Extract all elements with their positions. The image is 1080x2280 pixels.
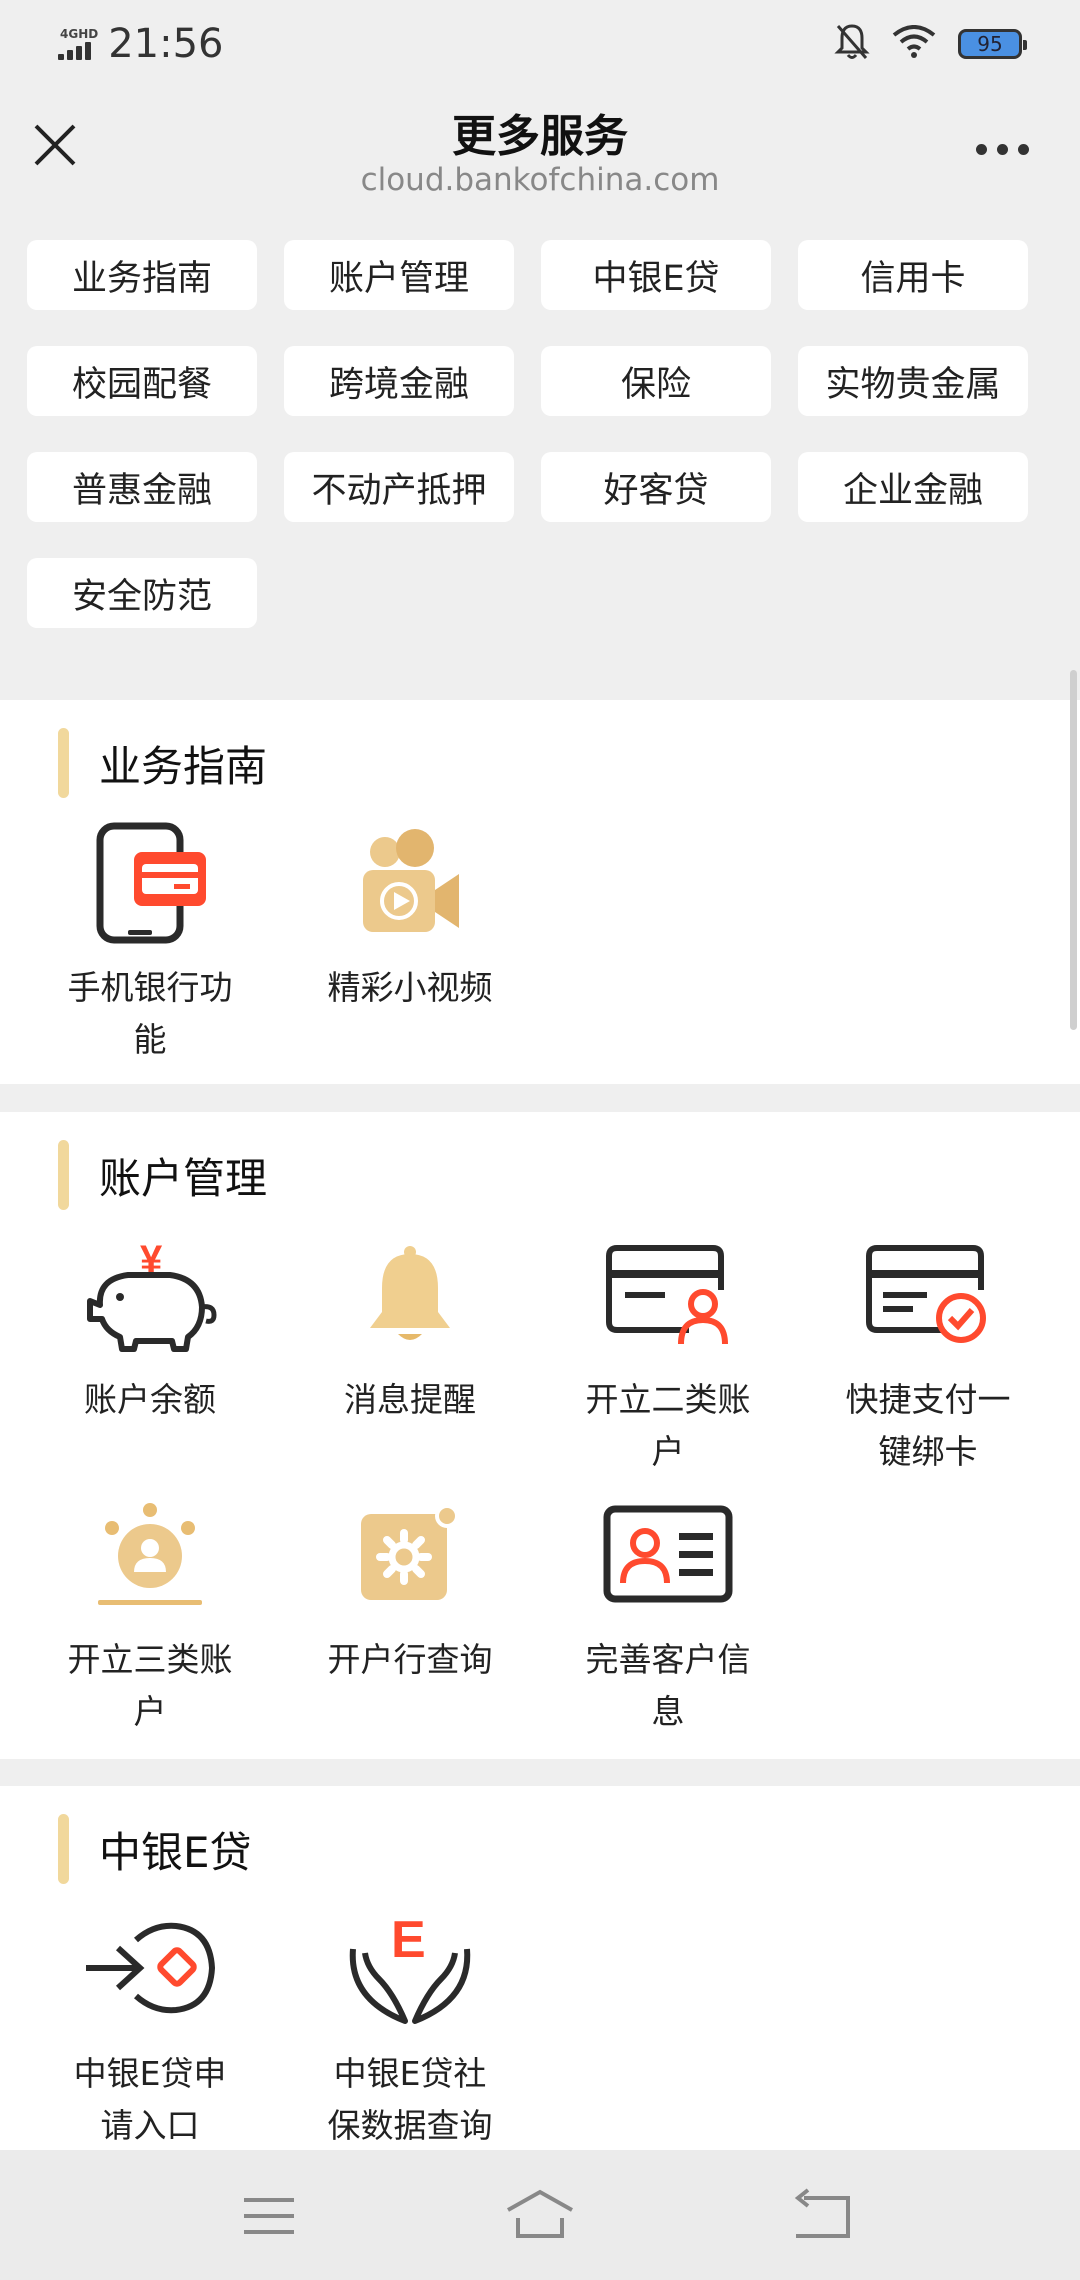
page-url: cloud.bankofchina.com <box>360 162 720 198</box>
arrow-coin-icon <box>80 1904 220 2034</box>
service-label: 快捷支付一键绑卡 <box>845 1380 1011 1471</box>
section-accent-bar <box>58 1140 69 1210</box>
menu-icon[interactable] <box>234 2186 306 2246</box>
status-bar: 4GHD 21:56 95 <box>0 0 1080 88</box>
page-title: 更多服务 <box>452 111 628 162</box>
service-e-loan-social-security[interactable]: E 中银E贷社保数据查询 <box>310 1904 510 2152</box>
tag-enterprise-finance[interactable]: 企业金融 <box>798 452 1028 522</box>
card-user-icon <box>598 1230 738 1360</box>
more-icon[interactable] <box>976 144 1029 155</box>
service-short-videos[interactable]: 精彩小视频 <box>310 818 510 1014</box>
service-branch-lookup[interactable]: 开户行查询 <box>310 1490 510 1686</box>
category-tags: 业务指南 账户管理 中银E贷 信用卡 校园配餐 跨境金融 保险 实物贵金属 普惠… <box>27 240 1028 628</box>
tag-cross-border[interactable]: 跨境金融 <box>284 346 514 416</box>
service-label: 账户余额 <box>84 1380 216 1419</box>
piggy-bank-icon: ¥ <box>80 1230 220 1360</box>
tag-security[interactable]: 安全防范 <box>27 558 257 628</box>
service-message-alert[interactable]: 消息提醒 <box>310 1230 510 1426</box>
tag-real-estate-mortgage[interactable]: 不动产抵押 <box>284 452 514 522</box>
section-accent-bar <box>58 1814 69 1884</box>
video-camera-icon <box>340 818 480 948</box>
service-label: 开户行查询 <box>327 1640 493 1679</box>
section-business-guide: 业务指南 手机银行功能 精彩小视频 <box>0 700 1080 1084</box>
tag-campus-meals[interactable]: 校园配餐 <box>27 346 257 416</box>
battery-icon: 95 <box>958 29 1027 59</box>
id-card-icon <box>598 1490 738 1620</box>
card-check-icon <box>858 1230 998 1360</box>
section-title: 业务指南 <box>99 741 268 791</box>
service-mobile-banking[interactable]: 手机银行功能 <box>50 818 250 1066</box>
service-open-class3-account[interactable]: 开立三类账户 <box>50 1490 250 1738</box>
service-label: 中银E贷申请入口 <box>73 2054 227 2145</box>
tag-haoke-loan[interactable]: 好客贷 <box>541 452 771 522</box>
tag-insurance[interactable]: 保险 <box>541 346 771 416</box>
tag-credit-card[interactable]: 信用卡 <box>798 240 1028 310</box>
system-nav-bar <box>0 2150 1080 2280</box>
service-label: 开立三类账户 <box>67 1640 233 1731</box>
tag-account-management[interactable]: 账户管理 <box>284 240 514 310</box>
home-icon[interactable] <box>504 2186 576 2246</box>
gear-icon <box>340 1490 480 1620</box>
signal-icon: 4GHD <box>58 28 98 60</box>
section-e-loan: 中银E贷 中银E贷申请入口 E 中银E贷社保数据查询 <box>0 1786 1080 2150</box>
user-badge-icon <box>80 1490 220 1620</box>
section-title: 账户管理 <box>99 1153 268 1203</box>
section-account-management: 账户管理 ¥ 账户余额 消息提醒 开立二类账户 快捷支付一键绑卡 开立三类账户 … <box>0 1112 1080 1759</box>
svg-text:E: E <box>391 1911 426 1969</box>
service-quick-pay-bind[interactable]: 快捷支付一键绑卡 <box>828 1230 1028 1478</box>
service-label: 开立二类账户 <box>585 1380 751 1471</box>
nav-bar: 更多服务 cloud.bankofchina.com <box>0 88 1080 214</box>
scrollbar[interactable] <box>1070 670 1077 1030</box>
status-time: 21:56 <box>108 21 224 67</box>
section-header: 中银E贷 <box>58 1814 252 1884</box>
service-label: 精彩小视频 <box>327 968 493 1007</box>
section-header: 业务指南 <box>58 728 267 798</box>
battery-level: 95 <box>977 32 1003 56</box>
hands-e-icon: E <box>340 1904 480 2034</box>
tag-precious-metals[interactable]: 实物贵金属 <box>798 346 1028 416</box>
bell-icon <box>340 1230 480 1360</box>
wifi-icon <box>892 25 936 63</box>
mobile-card-icon <box>80 818 220 948</box>
service-label: 手机银行功能 <box>67 968 233 1059</box>
section-title: 中银E贷 <box>99 1827 252 1877</box>
tag-inclusive-finance[interactable]: 普惠金融 <box>27 452 257 522</box>
mute-bell-icon <box>834 22 870 66</box>
section-header: 账户管理 <box>58 1140 267 1210</box>
service-account-balance[interactable]: ¥ 账户余额 <box>50 1230 250 1426</box>
tag-business-guide[interactable]: 业务指南 <box>27 240 257 310</box>
service-label: 完善客户信息 <box>585 1640 751 1731</box>
tag-e-loan[interactable]: 中银E贷 <box>541 240 771 310</box>
network-type: 4GHD <box>60 27 99 41</box>
service-open-class2-account[interactable]: 开立二类账户 <box>568 1230 768 1478</box>
service-e-loan-apply[interactable]: 中银E贷申请入口 <box>50 1904 250 2152</box>
section-accent-bar <box>58 728 69 798</box>
service-label: 消息提醒 <box>344 1380 476 1419</box>
service-complete-customer-info[interactable]: 完善客户信息 <box>568 1490 768 1738</box>
service-label: 中银E贷社保数据查询 <box>327 2054 493 2145</box>
back-icon[interactable] <box>786 2186 858 2246</box>
